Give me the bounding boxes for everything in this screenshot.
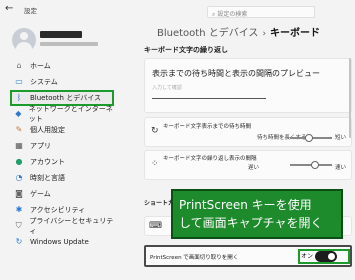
accessibility-icon: ✱ [15,205,23,214]
brush-icon: ✎ [15,125,23,134]
sidebar-item-personalization[interactable]: ✎ 個人用設定 [10,122,114,138]
shield-icon: ⛉ [15,221,22,230]
sidebar-item-label: ゲーム [30,190,51,198]
repeat-rate-label: キーボード文字の繰り返し表示の間隔 [163,156,257,162]
sidebar-item-label: ホーム [30,62,51,70]
annotation-callout: PrintScreen キーを使用 して画面キャプチャを開く [171,189,343,239]
sidebar-item-label: 時刻と言語 [30,174,65,182]
home-icon: ⌂ [16,61,22,70]
sidebar-item-label: ネットワークとインターネット [28,105,113,123]
back-arrow-icon[interactable]: ← [5,3,13,14]
settings-window: ← 設定 ⌂ ホーム ▭ システム ᛒ Bluetooth とデバイス ◆ ネッ… [0,0,355,280]
user-email-redacted [40,42,98,46]
repeat-preview-card: 表示までの待ち時間と表示の間隔のプレビュー 入力して確認 [144,58,352,113]
sidebar-item-accounts[interactable]: ● アカウント [10,154,114,170]
app-title: 設定 [24,7,37,15]
repeat-rate-min-label: 遅い [248,165,260,171]
sidebar-item-privacy[interactable]: ⛉ プライバシーとセキュリティ [10,217,114,235]
wifi-icon: ◆ [15,109,22,118]
sidebar-item-label: Bluetooth とデバイス [30,94,101,102]
sidebar-item-label: Windows Update [30,238,89,246]
search-placeholder: 設定の検索 [217,11,248,18]
callout-line-1: PrintScreen キーを使用 [179,198,312,212]
preview-placeholder: 入力して確認 [152,85,182,91]
scrollbar[interactable] [349,58,351,138]
preview-input[interactable]: 入力して確認 [152,83,266,99]
bluetooth-icon: ᛒ [16,93,22,102]
account-icon: ● [15,157,23,166]
callout-line-2: して画面キャプチャを開く [179,216,323,230]
sidebar-item-gaming[interactable]: ◙ ゲーム [10,186,114,202]
sidebar-item-label: プライバシーとセキュリティ [29,217,114,235]
search-icon: ⌕ [212,11,216,18]
printscreen-setting-card[interactable]: PrintScreen で画面切り取りを開く オン [144,245,352,267]
breadcrumb-parent[interactable]: Bluetooth とデバイス [157,28,258,39]
sidebar-item-windows-update[interactable]: ↻ Windows Update [10,234,114,250]
user-name-redacted [40,31,82,38]
monitor-icon: ▭ [15,77,23,86]
repeat-delay-label: キーボード文字表示までの待ち時間 [163,124,252,130]
section-heading-repeat: キーボード文字の繰り返し [144,46,228,54]
sidebar-item-label: 個人用設定 [30,126,65,134]
sidebar-item-system[interactable]: ▭ システム [10,74,114,90]
repeat-rate-max-label: 速い [335,165,347,171]
update-icon: ↻ [15,237,23,246]
apps-icon: ▦ [15,141,23,150]
user-avatar-icon[interactable] [12,28,36,52]
delay-icon: ↻ [151,126,159,136]
printscreen-label: PrintScreen で画面切り取りを開く [150,255,239,261]
printscreen-toggle[interactable] [315,251,337,262]
gamepad-icon: ◙ [15,189,23,198]
sidebar-item-network[interactable]: ◆ ネットワークとインターネット [10,105,114,123]
repeat-rate-thumb[interactable] [311,161,319,169]
repeat-delay-max-label: 短い [335,135,347,141]
sidebar-item-label: アカウント [30,158,65,166]
printscreen-state-label: オン [301,253,314,260]
sidebar-item-time-language[interactable]: ◔ 時刻と言語 [10,170,114,186]
sidebar-item-label: アクセシビリティ [30,206,86,214]
repeat-delay-card: ↻ キーボード文字表示までの待ち時間 待ち時間を長くする 短い [144,117,352,147]
sidebar-item-home[interactable]: ⌂ ホーム [10,58,114,74]
keyboard-icon: ⌨ [149,221,162,231]
repeat-rate-card: ⁘ キーボード文字の繰り返し表示の間隔 遅い 速い [144,150,352,180]
repeat-icon: ⁘ [151,159,159,169]
sidebar-item-label: システム [30,78,58,86]
sidebar-item-apps[interactable]: ▦ アプリ [10,138,114,154]
sidebar-item-label: アプリ [30,142,51,150]
preview-title: 表示までの待ち時間と表示の間隔のプレビュー [152,69,320,78]
breadcrumb: Bluetooth とデバイス › キーボード [157,24,320,39]
sidebar-nav: ⌂ ホーム ▭ システム ᛒ Bluetooth とデバイス ◆ ネットワークと… [0,58,118,250]
breadcrumb-separator: › [262,29,267,39]
page-title: キーボード [270,28,321,39]
repeat-delay-thumb[interactable] [305,134,313,142]
search-input[interactable]: ⌕ 設定の検索 [207,6,315,18]
globe-clock-icon: ◔ [15,173,23,182]
